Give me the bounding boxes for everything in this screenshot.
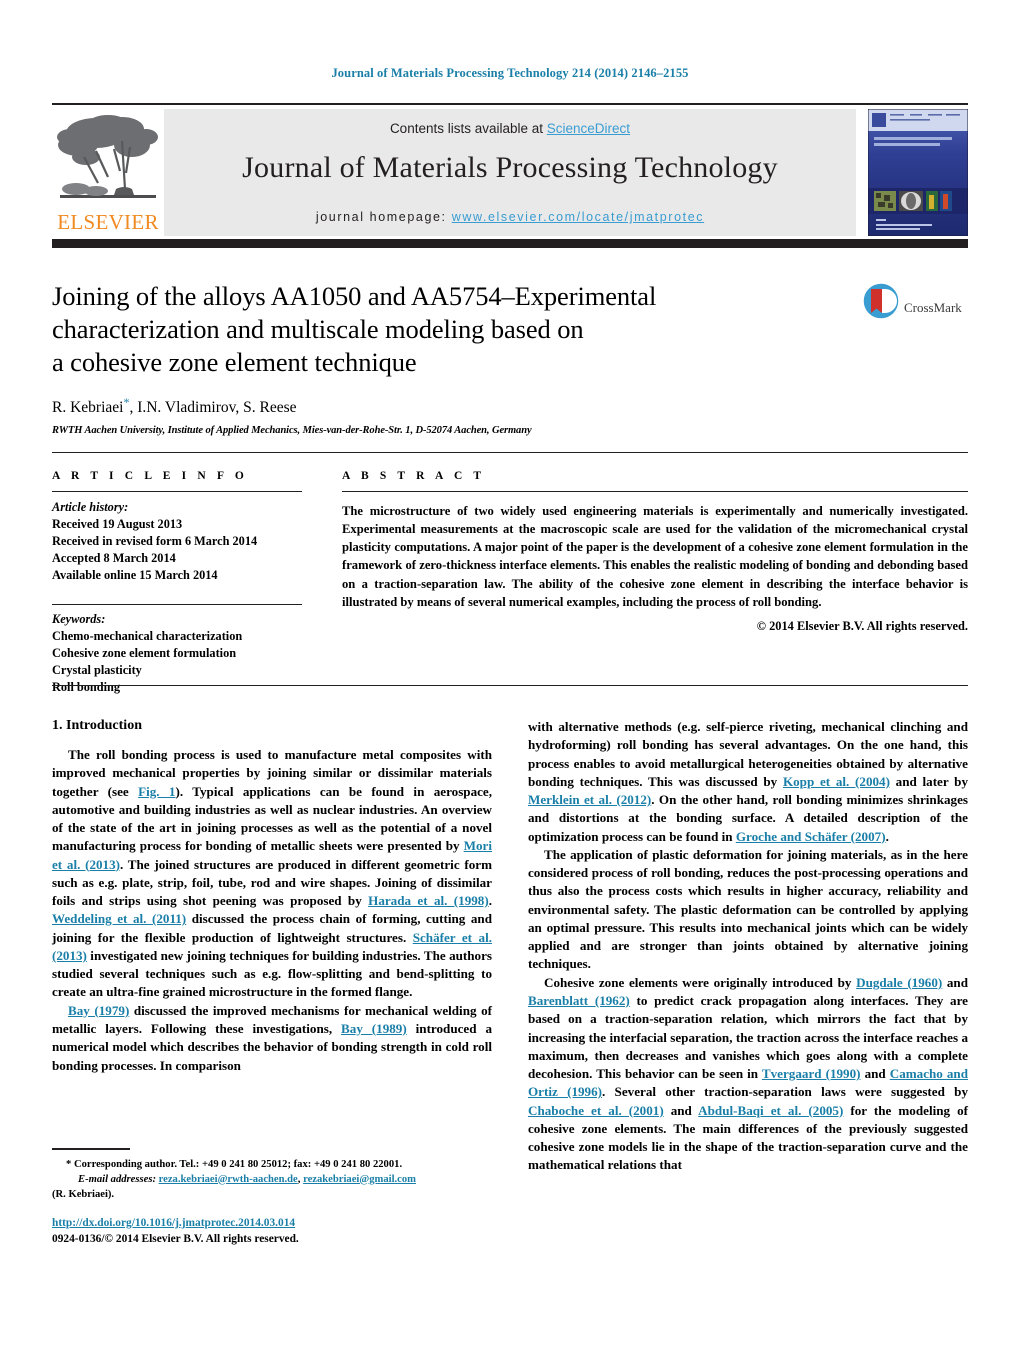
figure-link[interactable]: Fig. 1	[138, 784, 175, 799]
journal-masthead: ELSEVIER Contents lists available at Sci…	[52, 103, 968, 236]
footnote-rule	[52, 1148, 130, 1150]
keyword-item: Crystal plasticity	[52, 662, 142, 677]
sciencedirect-link[interactable]: ScienceDirect	[547, 121, 630, 136]
text-run: .	[488, 893, 492, 909]
corresponding-author-note: Corresponding author. Tel.: +49 0 241 80…	[71, 1158, 403, 1170]
citation-link[interactable]: Weddeling et al. (2011)	[52, 911, 186, 926]
running-head: Journal of Materials Processing Technolo…	[331, 66, 689, 80]
keyword-item: Roll bonding	[52, 679, 121, 694]
email-link-1[interactable]: reza.kebriaei@rwth-aachen.de	[159, 1174, 298, 1185]
journal-title: Journal of Materials Processing Technolo…	[242, 151, 778, 184]
paragraph: Bay (1979) discussed the improved mechan…	[52, 1002, 492, 1075]
band-rule-top	[52, 452, 968, 453]
paragraph: The roll bonding process is used to manu…	[52, 746, 492, 1002]
crossmark-label: CrossMark	[904, 300, 962, 315]
masthead-black-rule	[52, 239, 968, 248]
elsevier-tree-icon	[57, 115, 158, 198]
history-item: Accepted 8 March 2014	[52, 550, 176, 565]
article-page: Journal of Materials Processing Technolo…	[0, 0, 1020, 1351]
title-line-1: Joining of the alloys AA1050 and AA5754–…	[52, 281, 657, 311]
affiliation: RWTH Aachen University, Institute of App…	[52, 424, 532, 436]
article-info-rule	[52, 491, 302, 492]
paragraph: with alternative methods (e.g. self-pier…	[528, 718, 968, 846]
doi-block: http://dx.doi.org/10.1016/j.jmatprotec.2…	[52, 1216, 492, 1247]
text-run: . Several other traction-separation laws…	[602, 1084, 968, 1100]
footnote-text: * Corresponding author. Tel.: +49 0 241 …	[52, 1157, 492, 1202]
citation-link[interactable]: Abdul-Baqi et al. (2005)	[698, 1103, 843, 1118]
abstract-heading: A B S T R A C T	[342, 470, 486, 482]
homepage-line: journal homepage: www.elsevier.com/locat…	[164, 210, 856, 224]
title-line-3: a cohesive zone element technique	[52, 346, 417, 377]
section-number: 1.	[52, 718, 63, 733]
email-owner: (R. Kebriaei).	[52, 1188, 115, 1200]
text-run: Cohesive zone elements were originally i…	[544, 974, 857, 990]
abstract-text: The microstructure of two widely used en…	[342, 504, 968, 609]
keyword-item: Chemo-mechanical characterization	[52, 628, 243, 643]
body-column-left: 1. Introduction The roll bonding process…	[52, 718, 492, 1075]
text-run: and	[663, 1102, 699, 1118]
abstract-copyright: © 2014 Elsevier B.V. All rights reserved…	[756, 618, 968, 633]
text-run: .	[885, 828, 889, 844]
citation-link[interactable]: Barenblatt (1962)	[528, 993, 630, 1008]
article-info-heading: A R T I C L E I N F O	[52, 470, 248, 482]
body-column-right: with alternative methods (e.g. self-pier…	[528, 718, 968, 1175]
title-line-2: characterization and multiscale modeling…	[52, 313, 584, 344]
history-item: Received in revised form 6 March 2014	[52, 533, 258, 548]
history-item: Available online 15 March 2014	[52, 567, 218, 582]
author-list: R. Kebriaei*, I.N. Vladimirov, S. Reese	[52, 395, 842, 417]
citation-link[interactable]: Harada et al. (1998)	[368, 893, 489, 908]
homepage-link[interactable]: www.elsevier.com/locate/jmatprotec	[452, 210, 704, 224]
citation-link[interactable]: Merklein et al. (2012)	[528, 792, 651, 807]
history-item: Received 19 August 2013	[52, 516, 183, 531]
paragraph: Cohesive zone elements were originally i…	[528, 974, 968, 1175]
text-run: and	[942, 974, 968, 990]
citation-link[interactable]: Bay (1989)	[341, 1021, 407, 1036]
section-title-text: Introduction	[66, 718, 142, 733]
issn-copyright: 0924-0136/© 2014 Elsevier B.V. All right…	[52, 1232, 299, 1245]
citation-link[interactable]: Bay (1979)	[68, 1003, 129, 1018]
article-info-section: A R T I C L E I N F O Article history: R…	[52, 470, 302, 696]
homepage-prefix: journal homepage:	[315, 210, 452, 224]
band-rule-bottom	[52, 685, 968, 686]
abstract-rule	[342, 491, 968, 492]
cover-image	[868, 109, 968, 236]
email-link-2[interactable]: rezakebriaei@gmail.com	[303, 1174, 416, 1185]
crossmark-badge[interactable]: CrossMark	[862, 282, 968, 330]
keywords-heading: Keywords:	[52, 611, 106, 626]
page-title: Joining of the alloys AA1050 and AA5754–…	[52, 280, 842, 379]
text-run: and later by	[889, 773, 968, 789]
abstract-section: A B S T R A C T The microstructure of tw…	[342, 470, 968, 634]
citation-link[interactable]: Chaboche et al. (2001)	[528, 1103, 664, 1118]
elsevier-wordmark: ELSEVIER	[57, 210, 159, 234]
text-run: investigated new joining techniques for …	[52, 947, 492, 1000]
section-heading-introduction: 1. Introduction	[52, 718, 492, 734]
doi-link[interactable]: http://dx.doi.org/10.1016/j.jmatprotec.2…	[52, 1217, 295, 1229]
citation-link[interactable]: Kopp et al. (2004)	[783, 774, 890, 789]
article-history-heading: Article history:	[52, 500, 129, 514]
elsevier-logo: ELSEVIER	[52, 109, 164, 236]
journal-cover-thumbnail	[868, 109, 968, 236]
citation-link[interactable]: Groche and Schäfer (2007)	[736, 829, 886, 844]
footnote-block: * Corresponding author. Tel.: +49 0 241 …	[52, 1148, 492, 1202]
title-block: Joining of the alloys AA1050 and AA5754–…	[52, 280, 842, 436]
journal-band: Contents lists available at ScienceDirec…	[164, 109, 856, 236]
email-label: E-mail addresses:	[78, 1173, 156, 1185]
keywords-rule	[52, 603, 302, 605]
citation-link[interactable]: Dugdale (1960)	[856, 975, 942, 990]
crossmark-icon	[862, 282, 900, 320]
citation-link[interactable]: Tvergaard (1990)	[762, 1066, 861, 1081]
keyword-item: Cohesive zone element formulation	[52, 645, 237, 660]
authors-rest: , I.N. Vladimirov, S. Reese	[129, 398, 297, 416]
text-run: and	[860, 1066, 890, 1082]
author-first: R. Kebriaei	[52, 398, 124, 416]
article-history-group: Article history: Received 19 August 2013…	[52, 499, 302, 584]
contents-line: Contents lists available at ScienceDirec…	[164, 121, 856, 136]
keywords-group: Keywords: Chemo-mechanical characterizat…	[52, 603, 302, 696]
contents-prefix: Contents lists available at	[389, 121, 547, 136]
paragraph: The application of plastic deformation f…	[528, 846, 968, 972]
